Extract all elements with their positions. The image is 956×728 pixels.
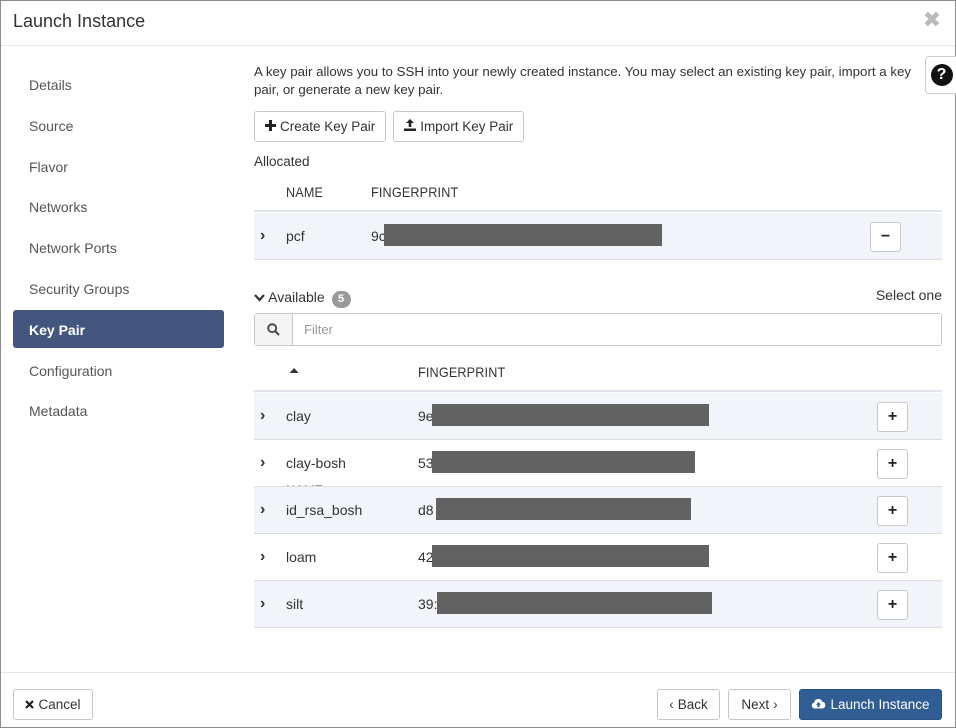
available-label: Available xyxy=(268,289,325,305)
chevron-right-icon[interactable]: › xyxy=(260,548,265,566)
plus-icon xyxy=(265,119,276,134)
key-name: clay xyxy=(286,408,311,424)
key-pair-actions: Create Key Pair Import Key Pair xyxy=(254,111,527,142)
create-key-pair-button[interactable]: Create Key Pair xyxy=(254,111,387,142)
modal-title: Launch Instance xyxy=(13,11,146,31)
redaction-bar xyxy=(384,224,662,246)
launch-instance-button[interactable]: Launch Instance xyxy=(799,689,942,720)
allocate-button[interactable]: + xyxy=(877,449,908,479)
key-name: id_rsa_bosh xyxy=(286,502,363,518)
sidebar-item-network-ports[interactable]: Network Ports xyxy=(13,228,224,266)
allocate-button[interactable]: + xyxy=(877,496,908,526)
available-row: › silt 39: + xyxy=(254,581,942,628)
available-row: › clay 9e + xyxy=(254,393,942,440)
select-one-hint: Select one xyxy=(875,287,942,303)
available-row: › id_rsa_bosh d8 + xyxy=(254,487,942,534)
key-name: silt xyxy=(286,596,304,612)
sidebar-item-details[interactable]: Details xyxy=(13,65,224,103)
sidebar-item-source[interactable]: Source xyxy=(13,106,224,144)
allocated-row: › pcf 9c − xyxy=(254,213,942,260)
available-table-header: NAME FINGERPRINT xyxy=(254,352,942,498)
allocated-table-header: NAME FINGERPRINT xyxy=(254,172,942,212)
launch-instance-label: Launch Instance xyxy=(830,697,930,712)
chevron-right-icon: › xyxy=(773,697,778,712)
chevron-right-icon[interactable]: › xyxy=(260,595,265,613)
search-icon xyxy=(255,314,293,345)
sidebar-item-metadata[interactable]: Metadata xyxy=(13,391,224,429)
key-name: loam xyxy=(286,549,317,565)
chevron-down-icon xyxy=(254,289,268,305)
chevron-right-icon[interactable]: › xyxy=(260,227,265,245)
column-name-sortable[interactable]: NAME xyxy=(286,364,323,498)
deallocate-button[interactable]: − xyxy=(870,222,901,252)
sidebar-item-flavor[interactable]: Flavor xyxy=(13,147,224,185)
available-toggle[interactable]: Available 5 xyxy=(254,289,351,308)
available-row: › loam 42 + xyxy=(254,534,942,581)
redaction-bar xyxy=(437,592,712,614)
launch-instance-modal: Launch Instance ✖ Details Source Flavor … xyxy=(0,0,956,728)
column-fingerprint: FINGERPRINT xyxy=(418,364,506,380)
allocated-heading: Allocated xyxy=(254,154,310,169)
redaction-bar xyxy=(432,451,695,473)
chevron-right-icon[interactable]: › xyxy=(260,501,265,519)
cloud-upload-icon xyxy=(811,697,826,712)
sort-ascending-icon xyxy=(289,368,299,373)
allocate-button[interactable]: + xyxy=(877,590,908,620)
chevron-right-icon[interactable]: › xyxy=(260,407,265,425)
import-key-pair-label: Import Key Pair xyxy=(420,119,514,134)
modal-header: Launch Instance ✖ xyxy=(1,1,955,46)
key-fingerprint: 39: xyxy=(418,596,438,612)
close-icon[interactable]: ✖ xyxy=(923,7,941,33)
filter-input[interactable] xyxy=(293,314,941,345)
column-fingerprint: FINGERPRINT xyxy=(371,184,459,200)
available-count-badge: 5 xyxy=(331,291,351,308)
chevron-right-icon[interactable]: › xyxy=(260,454,265,472)
back-button[interactable]: ‹ Back xyxy=(657,689,720,720)
key-pair-panel: A key pair allows you to SSH into your n… xyxy=(254,63,942,628)
close-icon xyxy=(25,697,35,712)
next-label: Next xyxy=(741,697,770,712)
import-key-pair-button[interactable]: Import Key Pair xyxy=(393,111,525,142)
sidebar-item-configuration[interactable]: Configuration xyxy=(13,351,224,389)
filter-box xyxy=(254,313,942,346)
key-name: clay-bosh xyxy=(286,455,346,471)
column-name: NAME xyxy=(286,184,324,200)
create-key-pair-label: Create Key Pair xyxy=(280,119,376,134)
chevron-left-icon: ‹ xyxy=(669,697,674,712)
allocate-button[interactable]: + xyxy=(877,543,908,573)
sidebar-item-networks[interactable]: Networks xyxy=(13,187,224,225)
sidebar-item-key-pair[interactable]: Key Pair xyxy=(13,309,224,348)
cancel-button[interactable]: Cancel xyxy=(13,689,93,720)
upload-icon xyxy=(404,119,417,134)
key-name: pcf xyxy=(286,228,305,244)
key-pair-description: A key pair allows you to SSH into your n… xyxy=(254,64,912,97)
wizard-sidebar: Details Source Flavor Networks Network P… xyxy=(13,65,224,432)
cancel-label: Cancel xyxy=(38,697,81,712)
available-row: › clay-bosh 53 + xyxy=(254,440,942,487)
redaction-bar xyxy=(432,545,709,567)
back-label: Back xyxy=(677,697,708,712)
redaction-bar xyxy=(432,404,709,426)
allocate-button[interactable]: + xyxy=(877,402,908,432)
next-button[interactable]: Next › xyxy=(728,689,791,720)
key-fingerprint: d8 xyxy=(418,502,434,518)
modal-footer: Cancel ‹ Back Next › Launch Instance xyxy=(1,672,955,728)
redaction-bar xyxy=(436,498,691,520)
sidebar-item-security-groups[interactable]: Security Groups xyxy=(13,269,224,307)
